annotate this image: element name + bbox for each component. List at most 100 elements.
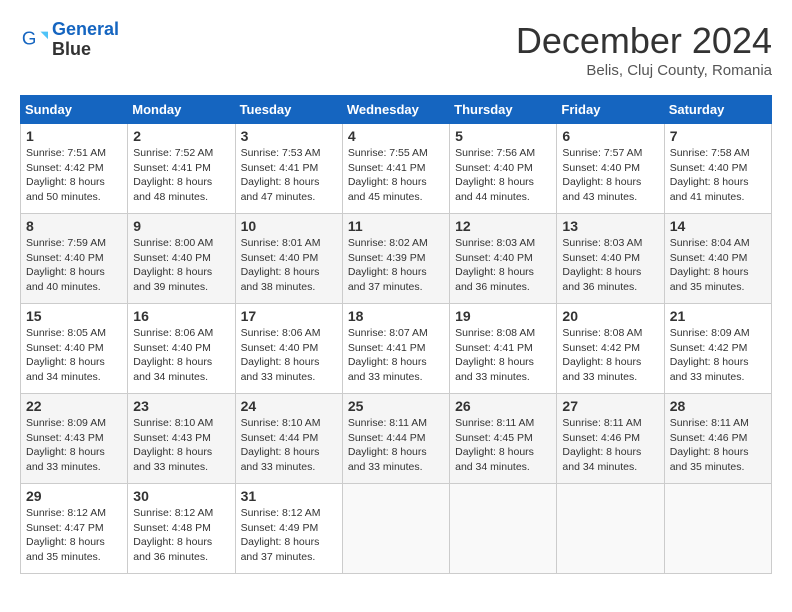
logo: G General Blue [20, 20, 119, 60]
calendar-cell: 26 Sunrise: 8:11 AMSunset: 4:45 PMDayligh… [450, 394, 557, 484]
calendar-cell: 12 Sunrise: 8:03 AMSunset: 4:40 PMDayligh… [450, 214, 557, 304]
day-info: Sunrise: 7:57 AMSunset: 4:40 PMDaylight:… [562, 146, 658, 205]
calendar-cell: 29 Sunrise: 8:12 AMSunset: 4:47 PMDayligh… [21, 484, 128, 574]
day-info: Sunrise: 8:12 AMSunset: 4:47 PMDaylight:… [26, 506, 122, 565]
calendar-cell: 18Sunrise: 8:07 AMSunset: 4:41 PMDayligh… [342, 304, 449, 394]
day-info: Sunrise: 8:11 AMSunset: 4:46 PMDaylight:… [670, 416, 766, 475]
day-info: Sunrise: 8:00 AMSunset: 4:40 PMDaylight:… [133, 236, 229, 295]
day-info: Sunrise: 8:02 AMSunset: 4:39 PMDaylight:… [348, 236, 444, 295]
calendar-cell: 3 Sunrise: 7:53 AMSunset: 4:41 PMDaylight… [235, 124, 342, 214]
day-number: 11 [348, 218, 444, 234]
day-number: 1 [26, 128, 122, 144]
calendar-cell: 8 Sunrise: 7:59 AMSunset: 4:40 PMDaylight… [21, 214, 128, 304]
day-info: Sunrise: 8:03 AMSunset: 4:40 PMDaylight:… [562, 236, 658, 295]
page-header: G General Blue December 2024 Belis, Cluj… [20, 20, 772, 79]
logo-text: General Blue [52, 20, 119, 60]
day-info: Sunrise: 8:09 AMSunset: 4:42 PMDaylight:… [670, 326, 766, 385]
day-info: Sunrise: 8:09 AMSunset: 4:43 PMDaylight:… [26, 416, 122, 475]
logo-icon: G [20, 26, 48, 54]
day-number: 29 [26, 488, 122, 504]
weekday-header-saturday: Saturday [664, 96, 771, 124]
day-info: Sunrise: 7:56 AMSunset: 4:40 PMDaylight:… [455, 146, 551, 205]
svg-text:G: G [22, 27, 37, 48]
calendar-cell: 17 Sunrise: 8:06 AMSunset: 4:40 PMDayligh… [235, 304, 342, 394]
day-number: 20 [562, 308, 658, 324]
title-block: December 2024 Belis, Cluj County, Romani… [516, 20, 772, 79]
day-number: 25 [348, 398, 444, 414]
calendar-cell: 9 Sunrise: 8:00 AMSunset: 4:40 PMDaylight… [128, 214, 235, 304]
day-number: 5 [455, 128, 551, 144]
day-info: Sunrise: 8:12 AMSunset: 4:48 PMDaylight:… [133, 506, 229, 565]
day-info: Sunrise: 8:11 AMSunset: 4:46 PMDaylight:… [562, 416, 658, 475]
day-number: 22 [26, 398, 122, 414]
day-number: 17 [241, 308, 337, 324]
day-number: 28 [670, 398, 766, 414]
day-info: Sunrise: 8:10 AMSunset: 4:43 PMDaylight:… [133, 416, 229, 475]
day-info: Sunrise: 8:10 AMSunset: 4:44 PMDaylight:… [241, 416, 337, 475]
calendar-cell: 14 Sunrise: 8:04 AMSunset: 4:40 PMDayligh… [664, 214, 771, 304]
weekday-header-thursday: Thursday [450, 96, 557, 124]
day-number: 12 [455, 218, 551, 234]
day-info: Sunrise: 8:04 AMSunset: 4:40 PMDaylight:… [670, 236, 766, 295]
calendar-cell: 4Sunrise: 7:55 AMSunset: 4:41 PMDaylight… [342, 124, 449, 214]
day-info: Sunrise: 7:59 AMSunset: 4:40 PMDaylight:… [26, 236, 122, 295]
calendar-cell: 13 Sunrise: 8:03 AMSunset: 4:40 PMDayligh… [557, 214, 664, 304]
calendar-cell: 2Sunrise: 7:52 AMSunset: 4:41 PMDaylight… [128, 124, 235, 214]
calendar-cell [557, 484, 664, 574]
day-info: Sunrise: 7:52 AMSunset: 4:41 PMDaylight:… [133, 146, 229, 205]
calendar-cell: 10 Sunrise: 8:01 AMSunset: 4:40 PMDayligh… [235, 214, 342, 304]
weekday-header-monday: Monday [128, 96, 235, 124]
day-number: 9 [133, 218, 229, 234]
day-number: 30 [133, 488, 229, 504]
day-number: 26 [455, 398, 551, 414]
day-info: Sunrise: 8:08 AMSunset: 4:41 PMDaylight:… [455, 326, 551, 385]
calendar-cell: 22 Sunrise: 8:09 AMSunset: 4:43 PMDayligh… [21, 394, 128, 484]
calendar-cell: 24Sunrise: 8:10 AMSunset: 4:44 PMDayligh… [235, 394, 342, 484]
calendar-cell [450, 484, 557, 574]
calendar-cell: 30 Sunrise: 8:12 AMSunset: 4:48 PMDayligh… [128, 484, 235, 574]
calendar-cell [342, 484, 449, 574]
calendar-cell: 15 Sunrise: 8:05 AMSunset: 4:40 PMDayligh… [21, 304, 128, 394]
day-info: Sunrise: 8:06 AMSunset: 4:40 PMDaylight:… [133, 326, 229, 385]
calendar-cell: 11 Sunrise: 8:02 AMSunset: 4:39 PMDayligh… [342, 214, 449, 304]
day-info: Sunrise: 8:05 AMSunset: 4:40 PMDaylight:… [26, 326, 122, 385]
day-info: Sunrise: 7:51 AMSunset: 4:42 PMDaylight:… [26, 146, 122, 205]
calendar-cell: 6 Sunrise: 7:57 AMSunset: 4:40 PMDaylight… [557, 124, 664, 214]
weekday-header-friday: Friday [557, 96, 664, 124]
calendar-cell: 19 Sunrise: 8:08 AMSunset: 4:41 PMDayligh… [450, 304, 557, 394]
day-info: Sunrise: 8:11 AMSunset: 4:44 PMDaylight:… [348, 416, 444, 475]
day-number: 15 [26, 308, 122, 324]
day-info: Sunrise: 7:53 AMSunset: 4:41 PMDaylight:… [241, 146, 337, 205]
day-info: Sunrise: 8:06 AMSunset: 4:40 PMDaylight:… [241, 326, 337, 385]
day-number: 19 [455, 308, 551, 324]
day-number: 21 [670, 308, 766, 324]
calendar-cell: 7 Sunrise: 7:58 AMSunset: 4:40 PMDaylight… [664, 124, 771, 214]
calendar-cell [664, 484, 771, 574]
weekday-header-sunday: Sunday [21, 96, 128, 124]
day-number: 10 [241, 218, 337, 234]
day-number: 31 [241, 488, 337, 504]
calendar-cell: 21 Sunrise: 8:09 AMSunset: 4:42 PMDayligh… [664, 304, 771, 394]
calendar-cell: 25 Sunrise: 8:11 AMSunset: 4:44 PMDayligh… [342, 394, 449, 484]
day-info: Sunrise: 8:08 AMSunset: 4:42 PMDaylight:… [562, 326, 658, 385]
day-info: Sunrise: 8:07 AMSunset: 4:41 PMDaylight:… [348, 326, 444, 385]
day-number: 8 [26, 218, 122, 234]
day-number: 7 [670, 128, 766, 144]
day-number: 3 [241, 128, 337, 144]
day-info: Sunrise: 8:11 AMSunset: 4:45 PMDaylight:… [455, 416, 551, 475]
day-number: 16 [133, 308, 229, 324]
calendar-table: SundayMondayTuesdayWednesdayThursdayFrid… [20, 95, 772, 574]
day-info: Sunrise: 8:01 AMSunset: 4:40 PMDaylight:… [241, 236, 337, 295]
day-info: Sunrise: 7:58 AMSunset: 4:40 PMDaylight:… [670, 146, 766, 205]
day-info: Sunrise: 8:12 AMSunset: 4:49 PMDaylight:… [241, 506, 337, 565]
day-info: Sunrise: 7:55 AMSunset: 4:41 PMDaylight:… [348, 146, 444, 205]
calendar-cell: 5 Sunrise: 7:56 AMSunset: 4:40 PMDaylight… [450, 124, 557, 214]
day-number: 6 [562, 128, 658, 144]
calendar-cell: 16 Sunrise: 8:06 AMSunset: 4:40 PMDayligh… [128, 304, 235, 394]
calendar-cell: 23Sunrise: 8:10 AMSunset: 4:43 PMDayligh… [128, 394, 235, 484]
day-number: 14 [670, 218, 766, 234]
day-number: 13 [562, 218, 658, 234]
location-subtitle: Belis, Cluj County, Romania [516, 62, 772, 79]
day-info: Sunrise: 8:03 AMSunset: 4:40 PMDaylight:… [455, 236, 551, 295]
calendar-cell: 27Sunrise: 8:11 AMSunset: 4:46 PMDayligh… [557, 394, 664, 484]
